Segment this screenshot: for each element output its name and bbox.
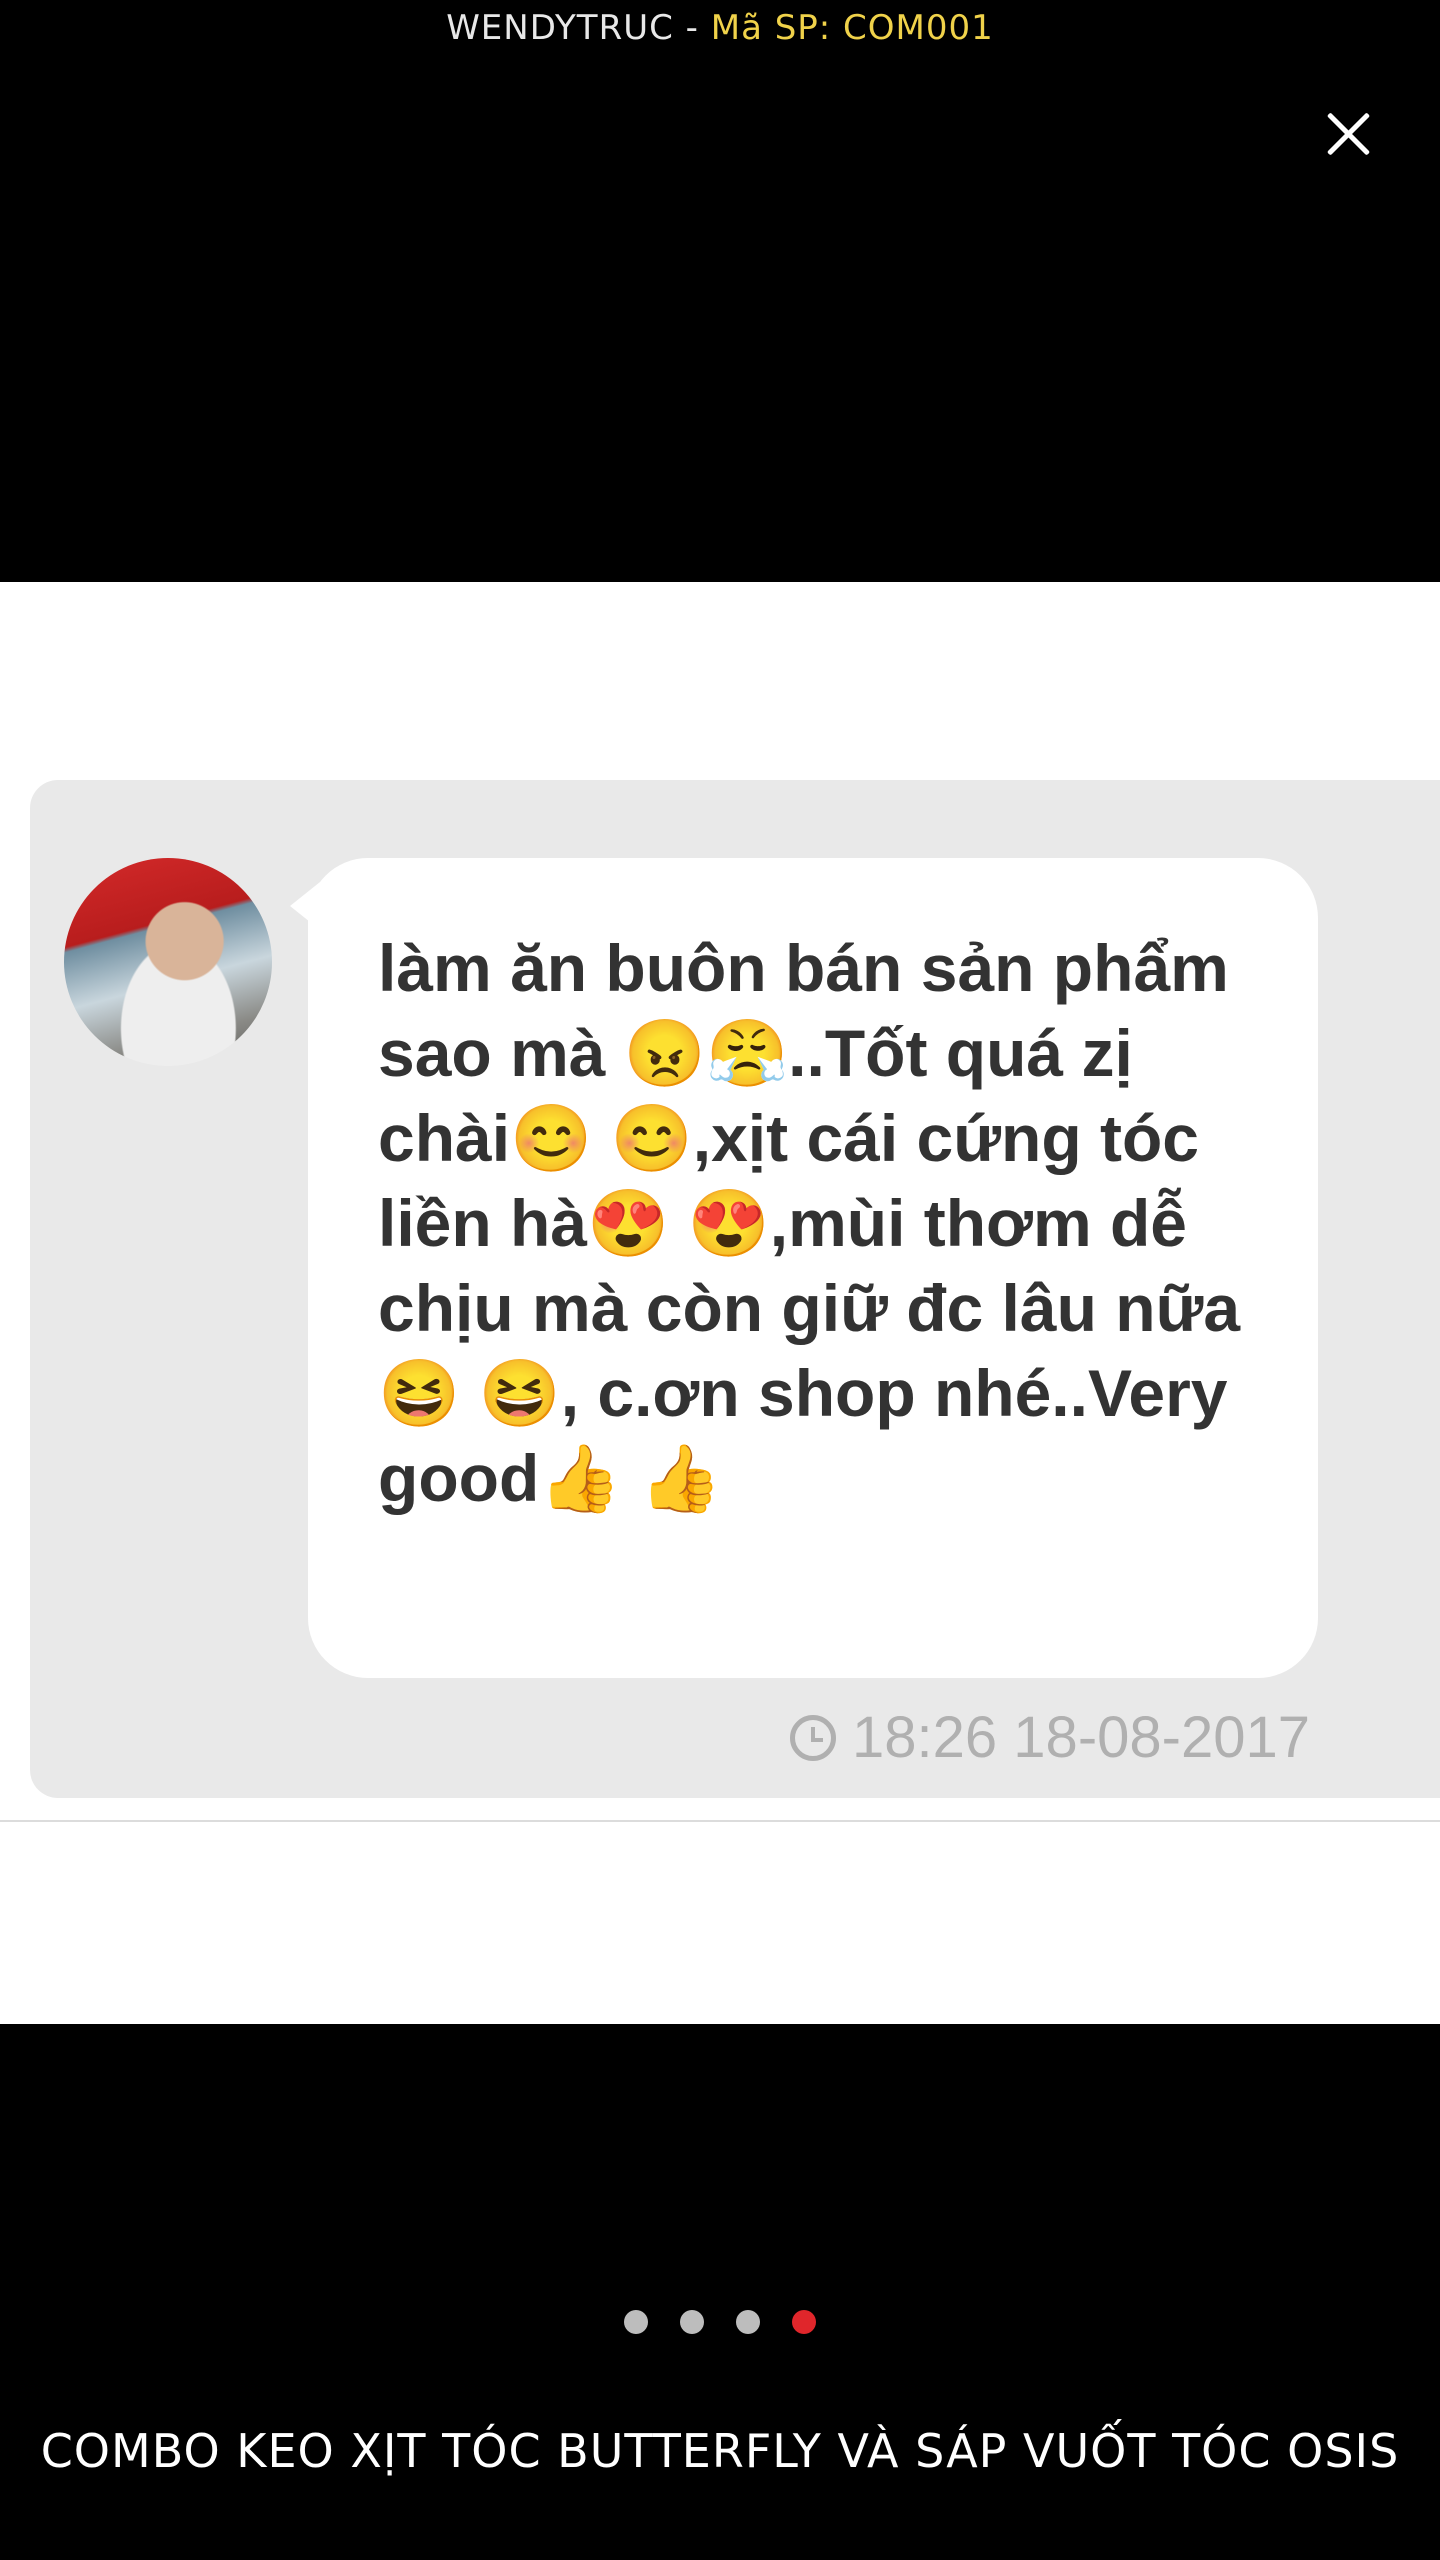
- product-code: Mã SP: COM001: [710, 8, 994, 48]
- pagination-dot-1[interactable]: [624, 2310, 648, 2334]
- shop-name: WENDYTRUC: [446, 8, 674, 48]
- pagination-dot-2[interactable]: [680, 2310, 704, 2334]
- product-caption: COMBO KEO XỊT TÓC BUTTERFLY VÀ SÁP VUỐT …: [40, 2424, 1400, 2478]
- review-message: làm ăn buôn bán sản phẩm sao mà 😠😤..Tốt …: [378, 931, 1241, 1515]
- divider: [0, 1820, 1440, 1822]
- pagination-dot-3[interactable]: [736, 2310, 760, 2334]
- pagination-dot-4[interactable]: [792, 2310, 816, 2334]
- close-icon[interactable]: [1314, 100, 1382, 168]
- message-timestamp: 18:26 18-08-2017: [790, 1704, 1310, 1771]
- review-image: làm ăn buôn bán sản phẩm sao mà 😠😤..Tốt …: [0, 582, 1440, 2024]
- timestamp-text: 18:26 18-08-2017: [852, 1705, 1310, 1770]
- message-bubble: làm ăn buôn bán sản phẩm sao mà 😠😤..Tốt …: [290, 858, 1318, 1678]
- avatar: [64, 858, 272, 1066]
- header-separator: -: [673, 8, 711, 48]
- viewer-header: WENDYTRUC - Mã SP: COM001: [0, 0, 1440, 60]
- pagination-dots: [0, 2310, 1440, 2334]
- clock-icon: [790, 1714, 837, 1761]
